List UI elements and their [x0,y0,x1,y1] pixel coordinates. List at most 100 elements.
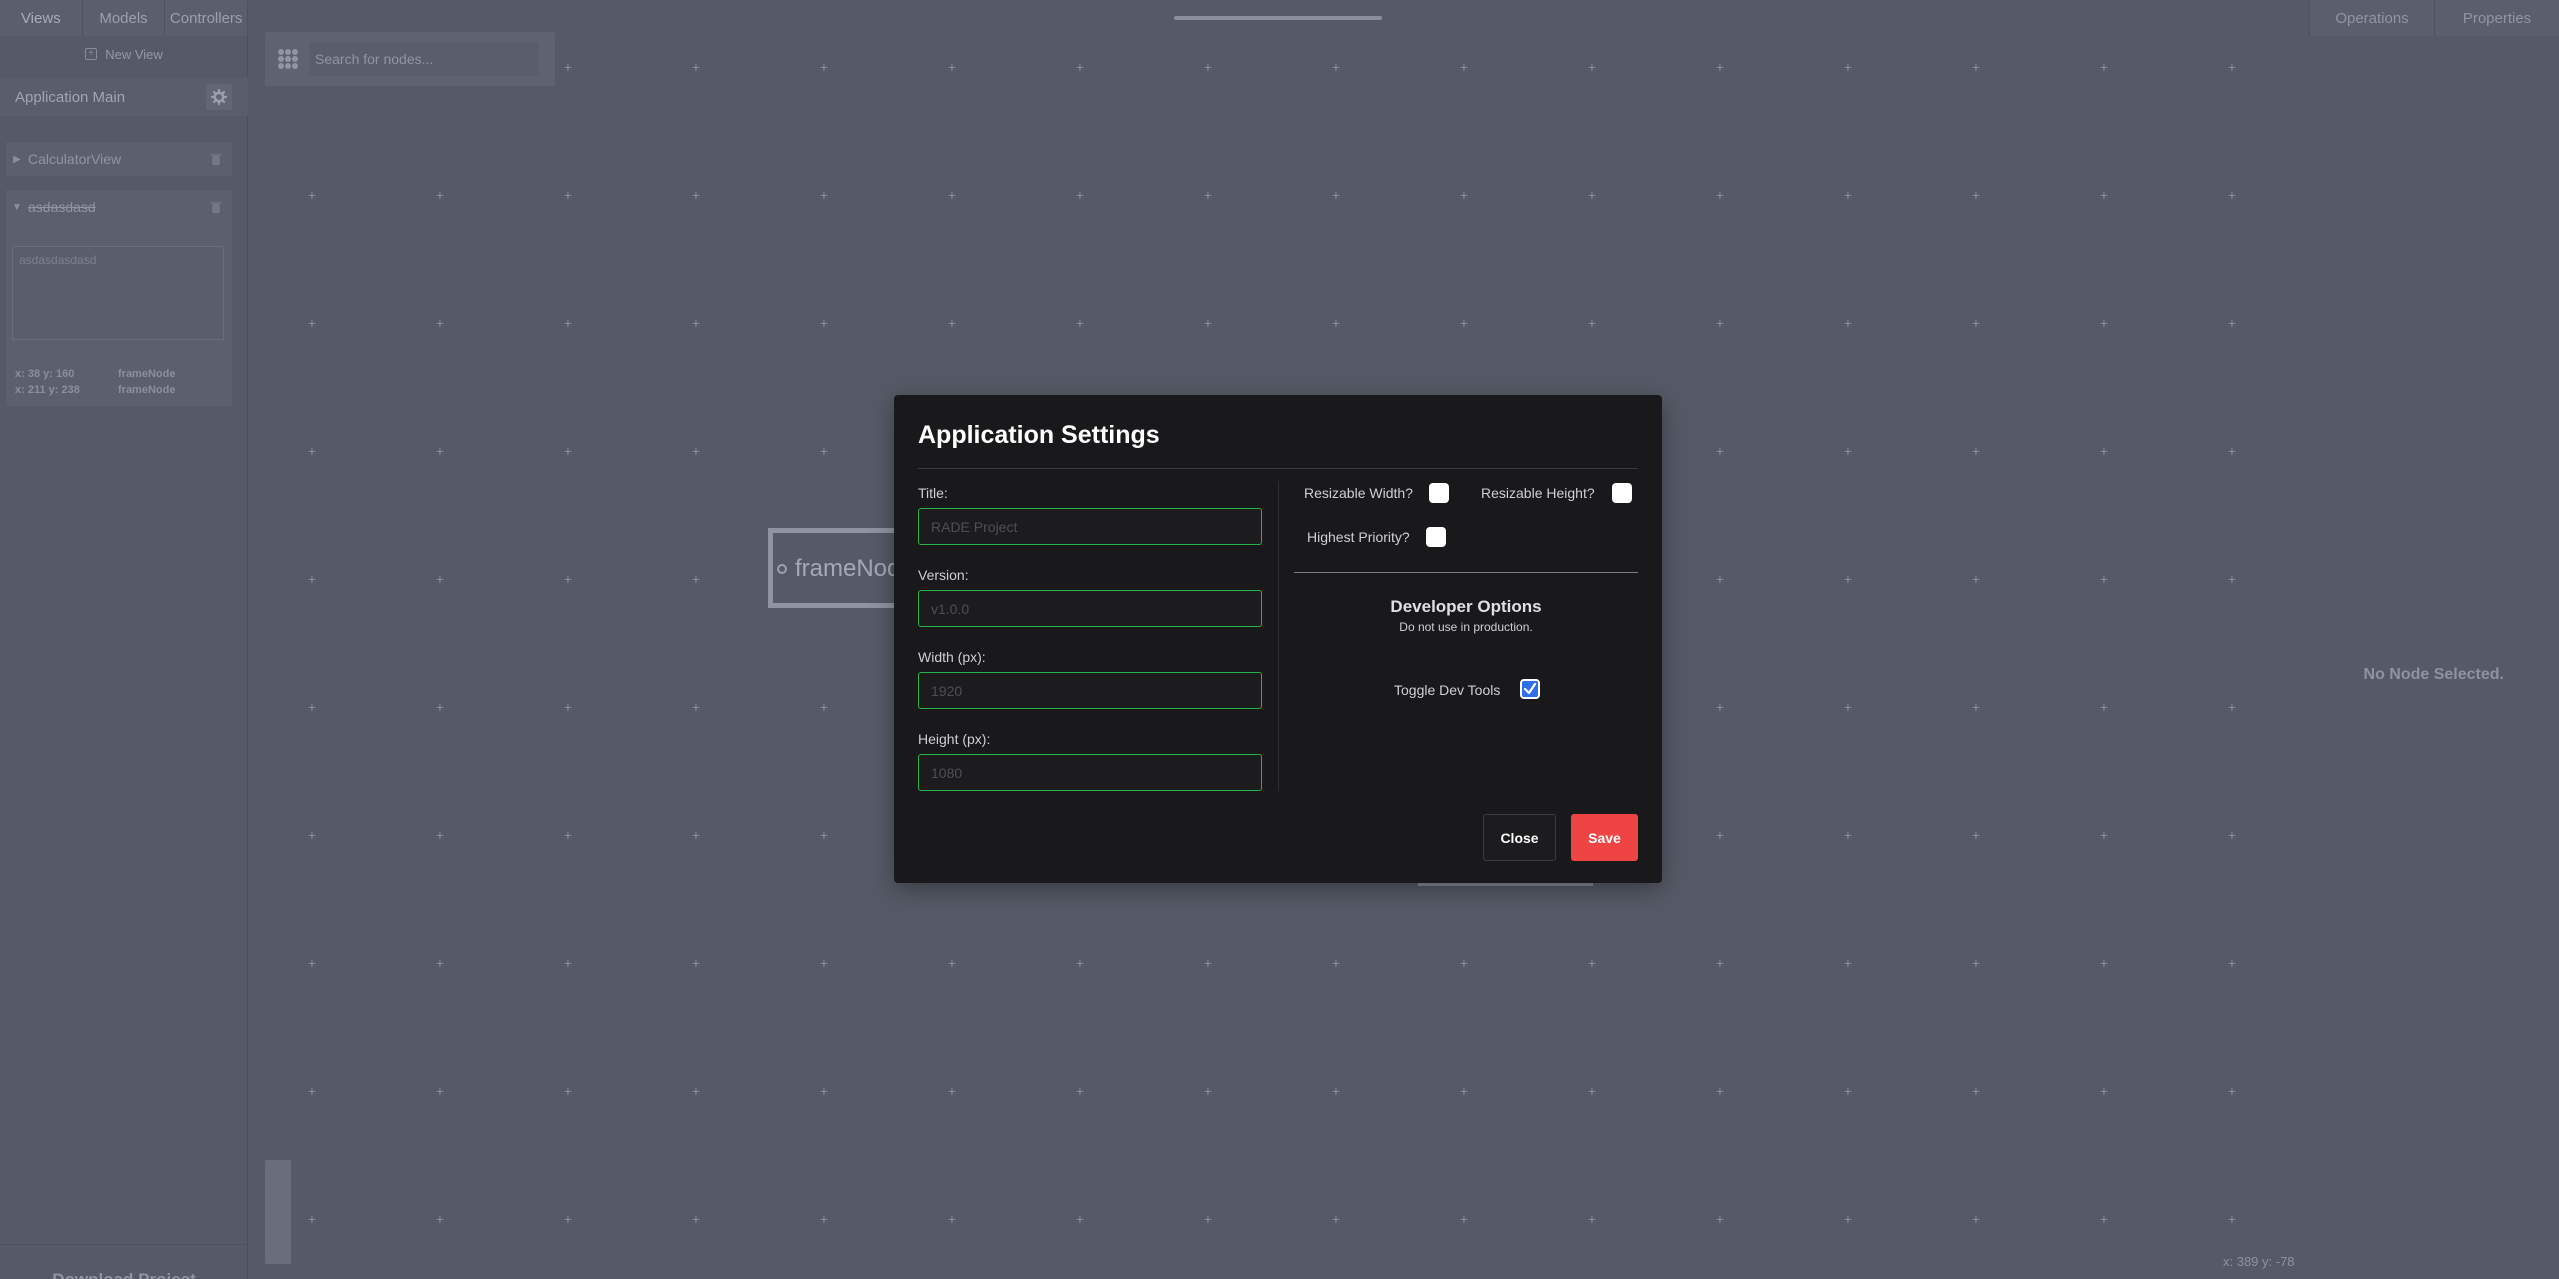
node-search-input[interactable] [309,42,539,76]
grid-plus-marker: + [1203,1083,1213,1099]
grid-plus-marker: + [819,1211,829,1227]
grid-plus-marker: + [2099,1083,2109,1099]
grid-plus-marker: + [1075,187,1085,203]
grid-plus-marker: + [947,955,957,971]
title-label: Title: [918,485,948,501]
grid-plus-marker: + [691,443,701,459]
tab-properties[interactable]: Properties [2434,0,2559,36]
resizable-height-label: Resizable Height? [1481,485,1595,501]
resizable-height-checkbox[interactable] [1612,483,1632,503]
delete-view-button[interactable] [206,197,226,217]
view-name: CalculatorView [28,151,122,167]
divider [1294,572,1638,573]
grid-plus-marker: + [563,315,573,331]
grid-plus-marker: + [819,699,829,715]
grid-plus-marker: + [2227,955,2237,971]
grid-plus-marker: + [2099,699,2109,715]
grid-plus-marker: + [1331,59,1341,75]
panel-drag-handle[interactable] [1174,16,1382,20]
application-main-item[interactable]: Application Main [0,78,248,116]
developer-options-subtitle: Do not use in production. [1399,620,1533,634]
node-position-row: x: 211 y: 238 frameNode [15,384,175,396]
grid-plus-marker: + [1587,315,1597,331]
grid-plus-marker: + [1075,1211,1085,1227]
view-item-asdasdasd[interactable]: ▼ asdasdasd [6,190,232,224]
grid-plus-marker: + [1459,1083,1469,1099]
download-project-button[interactable]: Download Project [0,1244,248,1279]
grid-plus-marker: + [819,1083,829,1099]
resizable-width-checkbox[interactable] [1429,483,1449,503]
grid-plus-marker: + [1843,955,1853,971]
grid-plus-marker: + [1075,1083,1085,1099]
view-description-textarea[interactable]: asdasdasdasd [12,246,224,340]
node-port[interactable] [777,564,787,574]
grid-plus-marker: + [691,1083,701,1099]
caret-down-icon[interactable]: ▼ [6,202,28,213]
view-item-expanded: ▼ asdasdasd asdasdasdasd x: 38 y: 160 fr… [6,190,232,406]
grid-plus-marker: + [1587,1211,1597,1227]
grid-plus-marker: + [691,571,701,587]
gear-icon [211,89,227,105]
tab-views[interactable]: Views [0,0,83,36]
grid-plus-marker: + [1971,1083,1981,1099]
grid-plus-marker: + [1971,59,1981,75]
width-label: Width (px): [918,649,986,665]
left-panel-tabs: Views Models Controllers [0,0,249,36]
grid-plus-marker: + [563,955,573,971]
view-item-calculatorview[interactable]: ▶ CalculatorView [6,142,232,176]
grid-plus-marker: + [691,827,701,843]
delete-view-button[interactable] [206,149,226,169]
grid-plus-marker: + [1843,59,1853,75]
node-type: frameNode [118,384,176,396]
grid-plus-marker: + [435,955,445,971]
highest-priority-label: Highest Priority? [1307,529,1410,545]
version-input[interactable] [918,590,1262,627]
grid-plus-marker: + [1459,315,1469,331]
dev-tools-checkbox[interactable] [1520,679,1540,699]
tab-controllers[interactable]: Controllers [165,0,249,36]
grid-plus-marker: + [1971,827,1981,843]
grid-plus-marker: + [691,187,701,203]
new-view-label: New View [105,46,163,62]
grid-plus-marker: + [947,315,957,331]
grid-plus-marker: + [1715,443,1725,459]
grid-plus-marker: + [691,59,701,75]
new-view-button[interactable]: + New View [0,44,248,64]
height-input[interactable] [918,754,1262,791]
grid-plus-marker: + [2099,827,2109,843]
grid-plus-marker: + [307,827,317,843]
canvas-mini-toolbar[interactable] [265,1160,291,1264]
node-search-bar [265,32,555,86]
grid-plus-marker: + [1075,315,1085,331]
grid-plus-marker: + [1715,955,1725,971]
grid-plus-marker: + [1587,59,1597,75]
save-button[interactable]: Save [1571,814,1638,861]
grid-plus-marker: + [1715,315,1725,331]
width-input[interactable] [918,672,1262,709]
node-grid-button[interactable] [275,46,301,72]
caret-right-icon[interactable]: ▶ [6,154,28,165]
grid-plus-marker: + [1715,827,1725,843]
grid-plus-marker: + [1971,571,1981,587]
grid-plus-marker: + [947,187,957,203]
grid-plus-marker: + [435,571,445,587]
grid-plus-marker: + [819,59,829,75]
version-label: Version: [918,567,969,583]
tab-operations[interactable]: Operations [2309,0,2434,36]
node-coords: x: 38 y: 160 [15,368,75,380]
grid-plus-marker: + [1843,1211,1853,1227]
grid-plus-marker: + [435,699,445,715]
grid-plus-marker: + [819,827,829,843]
close-button[interactable]: Close [1483,814,1556,861]
right-panel-tabs: Operations Properties [2309,0,2559,36]
grid-plus-marker: + [435,827,445,843]
highest-priority-checkbox[interactable] [1426,527,1446,547]
grid-plus-marker: + [1971,1211,1981,1227]
grid-plus-marker: + [307,1211,317,1227]
grid-plus-marker: + [2099,315,2109,331]
settings-button[interactable] [206,84,232,110]
title-input[interactable] [918,508,1262,545]
tab-models[interactable]: Models [83,0,166,36]
grid-plus-marker: + [563,187,573,203]
trash-icon [211,202,221,213]
